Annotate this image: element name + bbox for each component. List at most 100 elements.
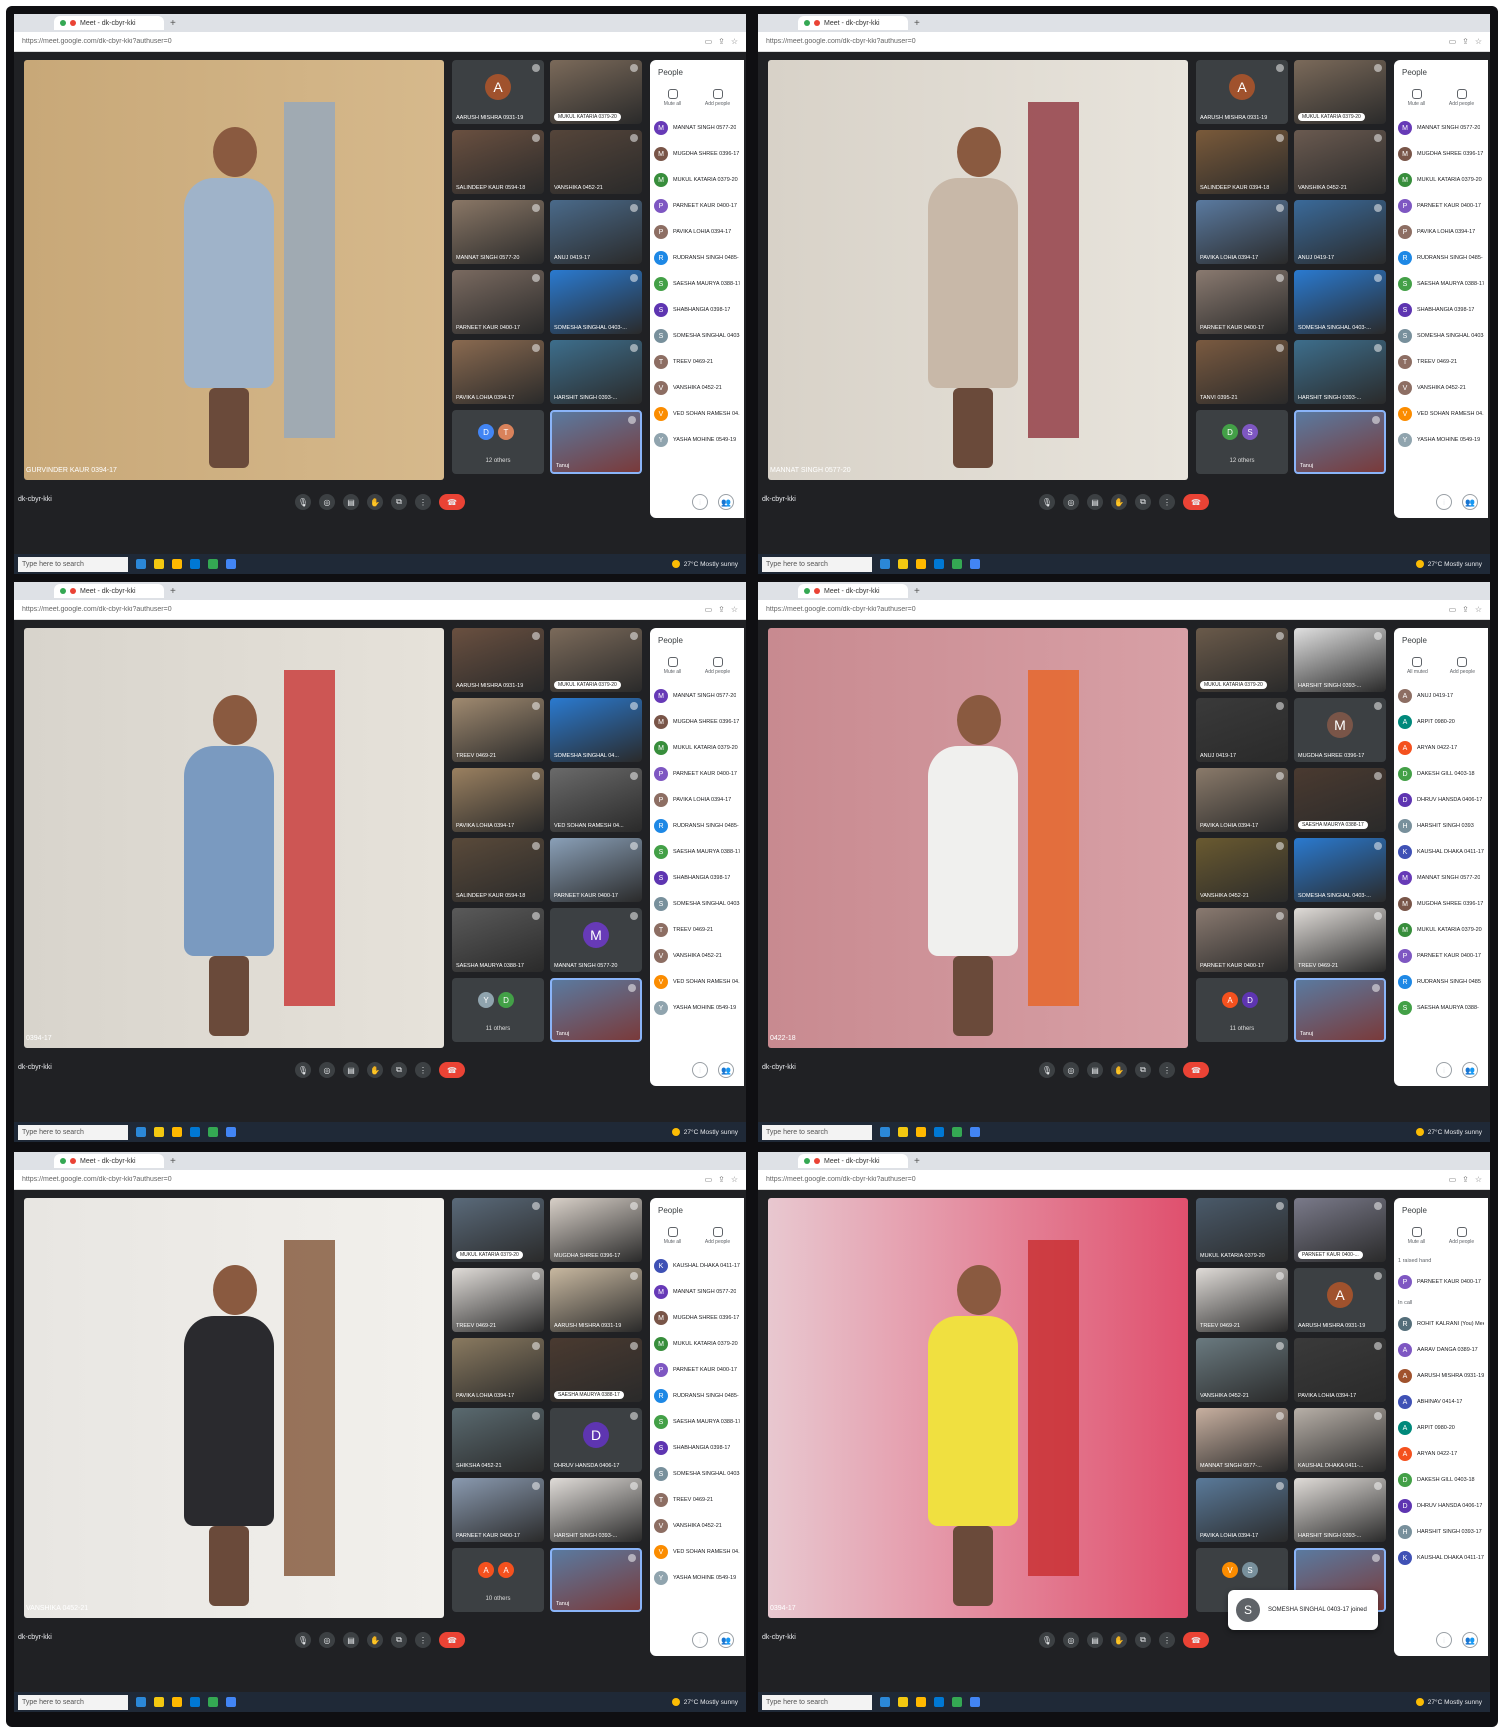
participant-tile[interactable]: SAESHA MAURYA 0388-17 [550, 1338, 642, 1402]
participant-tile[interactable]: ANUJ 0419-17 [1196, 698, 1288, 762]
people-list-item[interactable]: V VED SOHAN RAMESH 04.. [654, 401, 740, 427]
people-list-item[interactable]: M MANNAT SINGH 0577-20 [1398, 115, 1484, 141]
participant-tile[interactable]: PARNEET KAUR 0400-17 [452, 270, 544, 334]
pin-icon[interactable] [1374, 912, 1382, 920]
people-list-item[interactable]: A ARPIT 0980-20 [1398, 1415, 1484, 1441]
people-list-item[interactable]: Y YASHA MOHINE 0549-19 [654, 995, 740, 1021]
pin-icon[interactable] [1374, 1202, 1382, 1210]
people-list-item[interactable]: P PARNEET KAUR 0400-17 [654, 193, 740, 219]
pin-icon[interactable] [1374, 64, 1382, 72]
bookmark-icon[interactable]: ☆ [731, 37, 738, 46]
mute-all-button[interactable]: Mute all [1408, 89, 1425, 107]
participant-tile[interactable]: VED SOHAN RAMESH 04... [550, 768, 642, 832]
people-list-item[interactable]: S SAESHA MAURYA 0388-17 [654, 271, 740, 297]
people-list-item[interactable]: T TREEV 0469-21 [1398, 349, 1484, 375]
present-icon[interactable]: ⧉ [391, 494, 407, 510]
taskbar-search[interactable]: Type here to search [18, 1694, 128, 1710]
camera-icon[interactable]: ▭ [705, 1175, 713, 1184]
participant-tile[interactable]: PARNEET KAUR 0400-... [1294, 1198, 1386, 1262]
people-list-item[interactable]: D DHRUV HANSDA 0406-17 [1398, 787, 1484, 813]
taskbar-app-icon[interactable] [916, 1697, 926, 1707]
taskbar-search[interactable]: Type here to search [762, 1694, 872, 1710]
pin-icon[interactable] [532, 1482, 540, 1490]
captions-icon[interactable]: ▤ [1087, 1632, 1103, 1648]
pin-icon[interactable] [630, 344, 638, 352]
taskbar-app-icon[interactable] [136, 1127, 146, 1137]
leave-call-button[interactable]: ☎ [1183, 1632, 1209, 1648]
participant-tile[interactable]: PAVIKA LOHIA 0394-17 [452, 340, 544, 404]
taskbar-search[interactable]: Type here to search [18, 1124, 128, 1140]
more-options-icon[interactable]: ⋮ [415, 494, 431, 510]
others-tile[interactable]: Y D 11 others [452, 978, 544, 1042]
taskbar-app-icon[interactable] [898, 1697, 908, 1707]
weather-widget[interactable]: 27°C Mostly sunny [671, 1128, 738, 1136]
browser-tab[interactable]: Meet - dk-cbyr-kki [798, 584, 908, 598]
add-people-button[interactable]: Add people [1449, 89, 1474, 107]
participant-tile[interactable]: TREEV 0469-21 [1196, 1268, 1288, 1332]
pin-icon[interactable] [532, 204, 540, 212]
pin-icon[interactable] [1374, 204, 1382, 212]
participant-tile[interactable]: D DHRUV HANSDA 0406-17 [550, 1408, 642, 1472]
participant-tile[interactable]: VANSHIKA 0452-21 [1294, 130, 1386, 194]
taskbar-app-icon[interactable] [190, 559, 200, 569]
participant-tile[interactable]: MUKUL KATARIA 0379-20 [550, 628, 642, 692]
pin-icon[interactable] [630, 1202, 638, 1210]
taskbar-app-icon[interactable] [136, 559, 146, 569]
others-tile[interactable]: D S 12 others [1196, 410, 1288, 474]
participant-tile[interactable]: TREEV 0469-21 [452, 1268, 544, 1332]
taskbar-app-icon[interactable] [226, 1127, 236, 1137]
people-list-item[interactable]: S SHABHANGIA 0398-17 [654, 865, 740, 891]
participant-tile[interactable]: MUKUL KATARIA 0379-20 [452, 1198, 544, 1262]
self-view-tile[interactable]: Tanuj [550, 978, 642, 1042]
taskbar-app-icon[interactable] [880, 559, 890, 569]
taskbar-app-icon[interactable] [172, 1127, 182, 1137]
people-list-item[interactable]: M MUGDHA SHREE 0396-17 [1398, 891, 1484, 917]
new-tab-icon[interactable]: + [914, 586, 920, 597]
people-list-item[interactable]: R RUDRANSH SINGH 0485 [1398, 969, 1484, 995]
mute-all-button[interactable]: Mute all [664, 657, 681, 675]
people-list-item[interactable]: M MANNAT SINGH 0577-20 [1398, 865, 1484, 891]
raise-hand-icon[interactable]: ✋ [1111, 1062, 1127, 1078]
info-icon[interactable]: i [1436, 1062, 1452, 1078]
taskbar-app-icon[interactable] [190, 1697, 200, 1707]
address-bar[interactable]: https://meet.google.com/dk-cbyr-kki?auth… [758, 600, 1490, 620]
pin-icon[interactable] [1276, 1272, 1284, 1280]
people-list-item[interactable]: K KAUSHAL DHAKA 0411-17 [1398, 1545, 1484, 1571]
present-icon[interactable]: ⧉ [1135, 494, 1151, 510]
people-list-item[interactable]: D DAKESH GILL 0403-18 [1398, 761, 1484, 787]
pin-icon[interactable] [1276, 64, 1284, 72]
people-list-item[interactable]: S SOMESHA SINGHAL 0403- [1398, 323, 1484, 349]
people-list-item[interactable]: Y YASHA MOHINE 0549-19 [654, 1565, 740, 1591]
participant-tile[interactable]: MUKUL KATARIA 0379-20 [1196, 1198, 1288, 1262]
people-list-item[interactable]: S SHABHANGIA 0398-17 [654, 1435, 740, 1461]
people-icon[interactable]: 👥 [1462, 1632, 1478, 1648]
taskbar-app-icon[interactable] [208, 1127, 218, 1137]
browser-tab[interactable]: Meet - dk-cbyr-kki [54, 584, 164, 598]
people-list-item[interactable]: A ARYAN 0422-17 [1398, 1441, 1484, 1467]
pin-icon[interactable] [1374, 1272, 1382, 1280]
taskbar-app-icon[interactable] [208, 1697, 218, 1707]
taskbar-app-icon[interactable] [934, 1697, 944, 1707]
people-list-item[interactable]: T TREEV 0469-21 [654, 1487, 740, 1513]
browser-tab[interactable]: Meet - dk-cbyr-kki [54, 1154, 164, 1168]
more-options-icon[interactable]: ⋮ [1159, 494, 1175, 510]
taskbar-app-icon[interactable] [136, 1697, 146, 1707]
address-bar[interactable]: https://meet.google.com/dk-cbyr-kki?auth… [758, 1170, 1490, 1190]
participant-tile[interactable]: HARSHIT SINGH 0393-... [1294, 628, 1386, 692]
microphone-icon[interactable]: 🎙 [295, 1062, 311, 1078]
camera-icon[interactable]: ▭ [1449, 37, 1457, 46]
people-list-item[interactable]: T TREEV 0469-21 [654, 917, 740, 943]
participant-tile[interactable]: M MANNAT SINGH 0577-20 [550, 908, 642, 972]
pin-icon[interactable] [628, 1554, 636, 1562]
taskbar-search[interactable]: Type here to search [762, 556, 872, 572]
people-list-item[interactable]: M MUKUL KATARIA 0379-20 [654, 1331, 740, 1357]
bookmark-icon[interactable]: ☆ [1475, 1175, 1482, 1184]
people-list-item[interactable]: P PARNEET KAUR 0400-17 [1398, 193, 1484, 219]
taskbar-app-icon[interactable] [208, 559, 218, 569]
captions-icon[interactable]: ▤ [343, 1062, 359, 1078]
participant-tile[interactable]: AARUSH MISHRA 0931-19 [452, 628, 544, 692]
pin-icon[interactable] [630, 1412, 638, 1420]
leave-call-button[interactable]: ☎ [439, 494, 465, 510]
pin-icon[interactable] [1276, 1412, 1284, 1420]
people-list-item[interactable]: P PAVIKA LOHIA 0394-17 [654, 787, 740, 813]
